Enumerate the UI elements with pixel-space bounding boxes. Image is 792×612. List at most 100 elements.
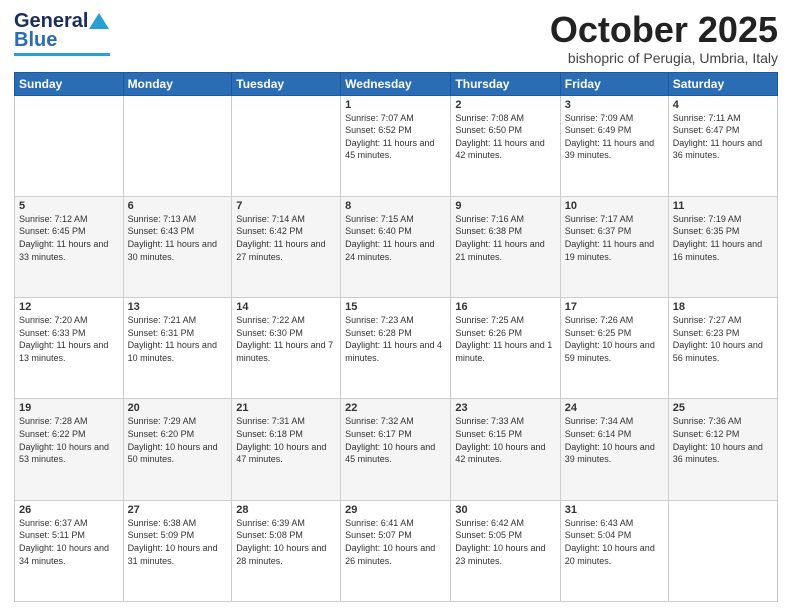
col-monday: Monday <box>123 72 232 95</box>
day-info: Sunrise: 7:15 AM Sunset: 6:40 PM Dayligh… <box>345 213 446 263</box>
calendar: Sunday Monday Tuesday Wednesday Thursday… <box>14 72 778 602</box>
day-number: 23 <box>455 402 555 414</box>
calendar-cell: 19Sunrise: 7:28 AM Sunset: 6:22 PM Dayli… <box>15 399 124 500</box>
col-wednesday: Wednesday <box>341 72 451 95</box>
day-number: 11 <box>673 200 773 212</box>
calendar-cell: 30Sunrise: 6:42 AM Sunset: 5:05 PM Dayli… <box>451 500 560 601</box>
day-number: 30 <box>455 504 555 516</box>
calendar-cell: 27Sunrise: 6:38 AM Sunset: 5:09 PM Dayli… <box>123 500 232 601</box>
calendar-cell: 16Sunrise: 7:25 AM Sunset: 6:26 PM Dayli… <box>451 298 560 399</box>
day-number: 24 <box>565 402 664 414</box>
col-sunday: Sunday <box>15 72 124 95</box>
calendar-cell <box>15 95 124 196</box>
calendar-cell: 6Sunrise: 7:13 AM Sunset: 6:43 PM Daylig… <box>123 196 232 297</box>
logo-underline <box>14 53 110 56</box>
day-info: Sunrise: 6:38 AM Sunset: 5:09 PM Dayligh… <box>128 517 228 567</box>
day-info: Sunrise: 7:21 AM Sunset: 6:31 PM Dayligh… <box>128 314 228 364</box>
day-info: Sunrise: 6:43 AM Sunset: 5:04 PM Dayligh… <box>565 517 664 567</box>
day-info: Sunrise: 7:29 AM Sunset: 6:20 PM Dayligh… <box>128 415 228 465</box>
calendar-cell: 29Sunrise: 6:41 AM Sunset: 5:07 PM Dayli… <box>341 500 451 601</box>
day-info: Sunrise: 7:23 AM Sunset: 6:28 PM Dayligh… <box>345 314 446 364</box>
day-number: 10 <box>565 200 664 212</box>
day-number: 27 <box>128 504 228 516</box>
col-saturday: Saturday <box>668 72 777 95</box>
calendar-cell: 28Sunrise: 6:39 AM Sunset: 5:08 PM Dayli… <box>232 500 341 601</box>
header: General Blue October 2025 bishopric of P… <box>14 10 778 66</box>
day-number: 20 <box>128 402 228 414</box>
day-info: Sunrise: 7:20 AM Sunset: 6:33 PM Dayligh… <box>19 314 119 364</box>
day-number: 19 <box>19 402 119 414</box>
day-number: 31 <box>565 504 664 516</box>
logo-icon <box>88 11 110 33</box>
calendar-cell: 12Sunrise: 7:20 AM Sunset: 6:33 PM Dayli… <box>15 298 124 399</box>
calendar-cell: 10Sunrise: 7:17 AM Sunset: 6:37 PM Dayli… <box>560 196 668 297</box>
day-number: 4 <box>673 99 773 111</box>
day-info: Sunrise: 7:33 AM Sunset: 6:15 PM Dayligh… <box>455 415 555 465</box>
calendar-week-2: 12Sunrise: 7:20 AM Sunset: 6:33 PM Dayli… <box>15 298 778 399</box>
day-number: 21 <box>236 402 336 414</box>
calendar-week-3: 19Sunrise: 7:28 AM Sunset: 6:22 PM Dayli… <box>15 399 778 500</box>
day-info: Sunrise: 6:39 AM Sunset: 5:08 PM Dayligh… <box>236 517 336 567</box>
day-number: 26 <box>19 504 119 516</box>
day-info: Sunrise: 7:11 AM Sunset: 6:47 PM Dayligh… <box>673 112 773 162</box>
col-friday: Friday <box>560 72 668 95</box>
calendar-cell: 3Sunrise: 7:09 AM Sunset: 6:49 PM Daylig… <box>560 95 668 196</box>
day-info: Sunrise: 7:26 AM Sunset: 6:25 PM Dayligh… <box>565 314 664 364</box>
day-number: 14 <box>236 301 336 313</box>
day-number: 13 <box>128 301 228 313</box>
calendar-cell: 9Sunrise: 7:16 AM Sunset: 6:38 PM Daylig… <box>451 196 560 297</box>
day-number: 18 <box>673 301 773 313</box>
day-info: Sunrise: 7:12 AM Sunset: 6:45 PM Dayligh… <box>19 213 119 263</box>
day-info: Sunrise: 7:19 AM Sunset: 6:35 PM Dayligh… <box>673 213 773 263</box>
day-info: Sunrise: 6:42 AM Sunset: 5:05 PM Dayligh… <box>455 517 555 567</box>
page: General Blue October 2025 bishopric of P… <box>0 0 792 612</box>
day-number: 29 <box>345 504 446 516</box>
calendar-cell: 17Sunrise: 7:26 AM Sunset: 6:25 PM Dayli… <box>560 298 668 399</box>
day-number: 22 <box>345 402 446 414</box>
calendar-cell: 23Sunrise: 7:33 AM Sunset: 6:15 PM Dayli… <box>451 399 560 500</box>
day-info: Sunrise: 7:09 AM Sunset: 6:49 PM Dayligh… <box>565 112 664 162</box>
day-info: Sunrise: 7:28 AM Sunset: 6:22 PM Dayligh… <box>19 415 119 465</box>
day-info: Sunrise: 7:22 AM Sunset: 6:30 PM Dayligh… <box>236 314 336 364</box>
day-info: Sunrise: 7:27 AM Sunset: 6:23 PM Dayligh… <box>673 314 773 364</box>
col-thursday: Thursday <box>451 72 560 95</box>
calendar-cell: 4Sunrise: 7:11 AM Sunset: 6:47 PM Daylig… <box>668 95 777 196</box>
calendar-cell: 24Sunrise: 7:34 AM Sunset: 6:14 PM Dayli… <box>560 399 668 500</box>
calendar-cell: 26Sunrise: 6:37 AM Sunset: 5:11 PM Dayli… <box>15 500 124 601</box>
day-info: Sunrise: 7:32 AM Sunset: 6:17 PM Dayligh… <box>345 415 446 465</box>
day-info: Sunrise: 7:31 AM Sunset: 6:18 PM Dayligh… <box>236 415 336 465</box>
day-info: Sunrise: 7:13 AM Sunset: 6:43 PM Dayligh… <box>128 213 228 263</box>
calendar-cell <box>123 95 232 196</box>
subtitle: bishopric of Perugia, Umbria, Italy <box>550 50 778 66</box>
day-number: 8 <box>345 200 446 212</box>
day-number: 12 <box>19 301 119 313</box>
day-info: Sunrise: 7:34 AM Sunset: 6:14 PM Dayligh… <box>565 415 664 465</box>
calendar-cell: 31Sunrise: 6:43 AM Sunset: 5:04 PM Dayli… <box>560 500 668 601</box>
calendar-cell: 13Sunrise: 7:21 AM Sunset: 6:31 PM Dayli… <box>123 298 232 399</box>
logo: General Blue <box>14 10 110 56</box>
calendar-week-4: 26Sunrise: 6:37 AM Sunset: 5:11 PM Dayli… <box>15 500 778 601</box>
calendar-cell: 18Sunrise: 7:27 AM Sunset: 6:23 PM Dayli… <box>668 298 777 399</box>
day-number: 6 <box>128 200 228 212</box>
calendar-cell: 1Sunrise: 7:07 AM Sunset: 6:52 PM Daylig… <box>341 95 451 196</box>
title-block: October 2025 bishopric of Perugia, Umbri… <box>550 10 778 66</box>
day-number: 1 <box>345 99 446 111</box>
day-info: Sunrise: 7:17 AM Sunset: 6:37 PM Dayligh… <box>565 213 664 263</box>
calendar-cell: 14Sunrise: 7:22 AM Sunset: 6:30 PM Dayli… <box>232 298 341 399</box>
calendar-week-0: 1Sunrise: 7:07 AM Sunset: 6:52 PM Daylig… <box>15 95 778 196</box>
day-info: Sunrise: 6:41 AM Sunset: 5:07 PM Dayligh… <box>345 517 446 567</box>
calendar-week-1: 5Sunrise: 7:12 AM Sunset: 6:45 PM Daylig… <box>15 196 778 297</box>
calendar-cell <box>232 95 341 196</box>
day-number: 15 <box>345 301 446 313</box>
calendar-cell: 7Sunrise: 7:14 AM Sunset: 6:42 PM Daylig… <box>232 196 341 297</box>
calendar-cell: 11Sunrise: 7:19 AM Sunset: 6:35 PM Dayli… <box>668 196 777 297</box>
calendar-cell: 22Sunrise: 7:32 AM Sunset: 6:17 PM Dayli… <box>341 399 451 500</box>
day-info: Sunrise: 7:16 AM Sunset: 6:38 PM Dayligh… <box>455 213 555 263</box>
day-info: Sunrise: 7:07 AM Sunset: 6:52 PM Dayligh… <box>345 112 446 162</box>
logo-blue: Blue <box>14 29 57 52</box>
calendar-cell: 2Sunrise: 7:08 AM Sunset: 6:50 PM Daylig… <box>451 95 560 196</box>
day-number: 25 <box>673 402 773 414</box>
calendar-cell: 20Sunrise: 7:29 AM Sunset: 6:20 PM Dayli… <box>123 399 232 500</box>
day-number: 3 <box>565 99 664 111</box>
day-info: Sunrise: 7:14 AM Sunset: 6:42 PM Dayligh… <box>236 213 336 263</box>
